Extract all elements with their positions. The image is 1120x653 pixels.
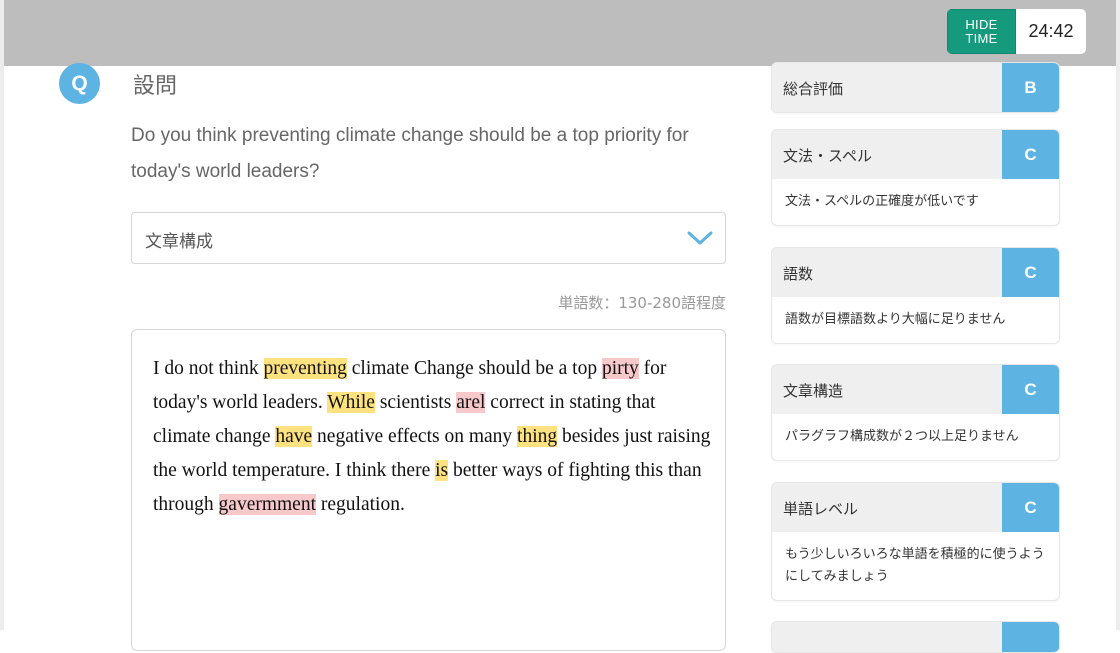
evaluation-card-partial [771,621,1060,653]
essay-segment: I do not think [153,358,264,379]
question-heading: 設問 [133,74,178,99]
evaluation-card-header [772,622,1059,652]
essay-segment: scientists [374,392,457,413]
grade-badge: C [1002,365,1059,414]
essay-segment: negative effects on many [312,426,518,447]
evaluation-card-structure: 文章構造 C パラグラフ構成数が２つ以上足りません [771,364,1060,461]
evaluation-card-grammar: 文法・スペル C 文法・スペルの正確度が低いです [771,129,1060,226]
overall-evaluation-card: 総合評価 B [771,62,1060,113]
grade-badge: C [1002,248,1059,297]
evaluation-card-word-count: 語数 C 語数が目標語数より大幅に足りません [771,247,1060,344]
overall-evaluation-label: 総合評価 [783,80,844,98]
question-text: Do you think preventing climate change s… [131,125,689,182]
grammar-highlight[interactable]: preventing [263,358,347,379]
essay-text: I do not think preventing climate Change… [153,352,713,522]
essay-panel: I do not think preventing climate Change… [131,329,726,651]
grade-badge: C [1002,130,1059,179]
overall-grade-badge: B [1002,63,1059,112]
left-frame-edge [0,0,4,630]
evaluation-card-comment: 語数が目標語数より大幅に足りません [785,312,1006,327]
evaluation-card-label: 文章構造 [783,382,844,400]
category-select-value: 文章構成 [145,232,213,252]
grammar-highlight[interactable]: is [435,460,449,481]
chevron-down-icon [687,231,713,245]
evaluation-card-label: 語数 [783,265,814,283]
spelling-highlight[interactable]: pirty [601,358,639,379]
evaluation-card-label: 文法・スペル [783,147,872,165]
timer-widget: HIDE TIME 24:42 [947,9,1086,54]
evaluation-card-header: 語数 C [772,248,1059,297]
word-count-hint: 単語数：130-280語程度 [558,294,726,312]
evaluation-card-header: 単語レベル C [772,483,1059,532]
hide-time-label-2: TIME [965,30,998,46]
overall-evaluation-header: 総合評価 B [772,63,1059,112]
evaluation-card-comment: もう少しいろいろな単語を積極的に使うようにしてみましょう [785,547,1045,584]
essay-segment: climate Change should be a top [346,358,602,379]
right-frame-edge [1116,0,1120,630]
spelling-highlight[interactable]: gavermment [218,494,317,515]
grammar-highlight[interactable]: While [327,392,375,413]
spelling-highlight[interactable]: arel [456,392,486,413]
top-bar: HIDE TIME 24:42 [4,0,1116,66]
time-remaining: 24:42 [1016,9,1086,54]
category-select[interactable]: 文章構成 [131,212,726,264]
evaluation-card-comment: パラグラフ構成数が２つ以上足りません [785,429,1019,444]
grammar-highlight[interactable]: have [275,426,313,447]
grade-badge [1002,622,1059,652]
essay-segment: regulation. [316,494,405,515]
hide-time-label-1: HIDE [965,16,998,32]
hide-time-button[interactable]: HIDE TIME [947,9,1016,54]
grammar-highlight[interactable]: thing [517,426,558,447]
evaluation-card-header: 文法・スペル C [772,130,1059,179]
evaluation-card-label: 単語レベル [783,500,859,518]
evaluation-card-comment: 文法・スペルの正確度が低いです [785,194,979,209]
evaluation-card-header: 文章構造 C [772,365,1059,414]
evaluation-card-vocabulary: 単語レベル C もう少しいろいろな単語を積極的に使うようにしてみましょう [771,482,1060,601]
question-badge: Q [59,63,100,104]
grade-badge: C [1002,483,1059,532]
